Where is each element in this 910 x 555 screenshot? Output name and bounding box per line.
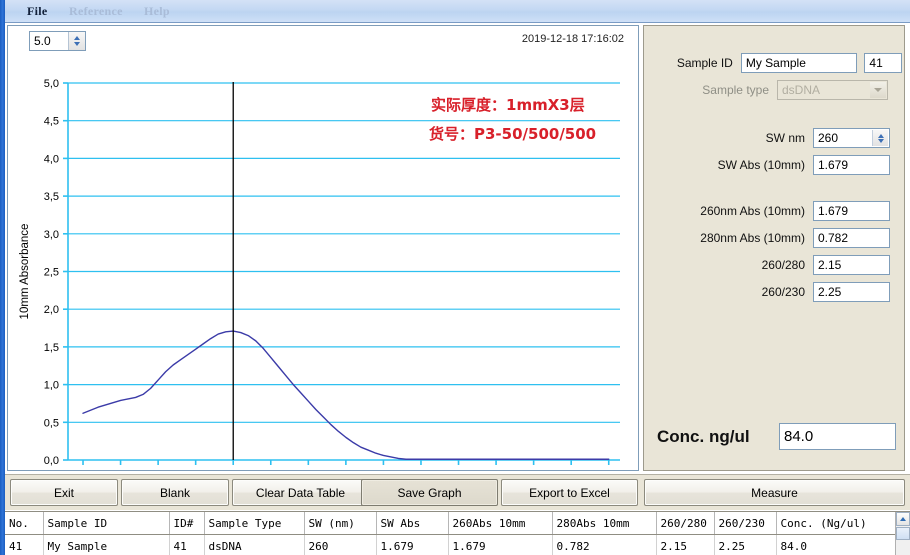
table-cell[interactable]: My Sample	[43, 534, 170, 555]
abs280-row: 280nm Abs (10mm) 0.782	[644, 228, 902, 248]
abs280-label: 280nm Abs (10mm)	[700, 231, 805, 245]
sw-abs-label: SW Abs (10mm)	[717, 158, 805, 172]
y-axis-tick-label: 2,0	[44, 304, 59, 316]
table-body: 41 My Sample 41 dsDNA 260 1.679 1.679 0.782 2.15…	[5, 534, 899, 555]
sample-id-label: Sample ID	[676, 56, 733, 70]
sw-nm-value: 260	[818, 131, 839, 145]
spectrum-curve	[82, 330, 610, 460]
table-cell[interactable]: 2.15	[656, 534, 715, 555]
sample-type-row: Sample type dsDNA	[644, 80, 902, 100]
table-header-cell[interactable]: Sample Type	[204, 512, 305, 535]
sw-nm-spinner[interactable]	[872, 130, 888, 146]
scrollbar-thumb[interactable]	[896, 527, 910, 540]
sample-id-input[interactable]: My Sample	[740, 53, 858, 73]
abs260-label: 260nm Abs (10mm)	[700, 204, 805, 218]
y-axis-tick-label: 3,5	[44, 191, 59, 203]
exit-button[interactable]: Exit	[10, 479, 118, 506]
chevron-down-icon	[870, 82, 886, 98]
sw-nm-label: SW nm	[765, 131, 805, 145]
window-left-accent	[0, 0, 5, 555]
results-grid: No. Sample ID ID# Sample Type SW (nm) SW Abs 2…	[5, 512, 899, 555]
menu-bar: File Reference Help	[5, 0, 910, 23]
y-axis-tick-label: 0,0	[44, 455, 59, 467]
chevron-up-icon[interactable]	[877, 133, 884, 138]
y-axis-tick-label: 5,0	[44, 78, 59, 90]
y-axis-title: 10mm Absorbance	[19, 224, 31, 320]
y-axis-tick-label: 3,0	[44, 229, 59, 241]
table-header-cell[interactable]: Conc. (Ng/ul)	[776, 512, 899, 535]
scroll-up-button[interactable]	[896, 512, 910, 526]
table-row[interactable]: 41 My Sample 41 dsDNA 260 1.679 1.679 0.782 2.15…	[5, 534, 899, 555]
export-to-excel-button[interactable]: Export to Excel	[501, 479, 638, 506]
annotation-thickness: 实际厚度：1mmX3层	[431, 96, 585, 114]
table-cell[interactable]: 84.0	[776, 534, 899, 555]
sw-abs-value[interactable]: 1.679	[813, 155, 890, 175]
y-axis-tick-label: 1,5	[44, 342, 59, 354]
ratio-260-280-label: 260/280	[761, 258, 805, 272]
annotation-part-number: 货号：P3-50/500/500	[429, 125, 597, 143]
ratio-260-280-row: 260/280 2.15	[644, 255, 902, 275]
concentration-value[interactable]: 84.0	[779, 423, 896, 450]
table-header-cell[interactable]: 280Abs 10mm	[552, 512, 657, 535]
table-vertical-scrollbar[interactable]	[895, 512, 910, 555]
table-header-cell[interactable]: 260/280	[656, 512, 715, 535]
table-cell[interactable]: 260	[304, 534, 377, 555]
ratio-260-230-value[interactable]: 2.25	[813, 282, 890, 302]
table-header-cell[interactable]: 260Abs 10mm	[448, 512, 553, 535]
sample-id-row: Sample ID My Sample 41	[644, 53, 902, 73]
y-axis-tick-label: 4,0	[44, 153, 59, 165]
graph-panel: 5.0 2019-12-18 17:16:02 0,0 0,5 1,0 1,5 2,0 2…	[7, 25, 639, 471]
table-header-cell[interactable]: No.	[5, 512, 44, 535]
y-axis-tick-label: 0,5	[44, 417, 59, 429]
save-graph-button[interactable]: Save Graph	[361, 479, 498, 506]
table-cell[interactable]: dsDNA	[204, 534, 305, 555]
table-header-cell[interactable]: 260/230	[714, 512, 777, 535]
table-cell[interactable]: 41	[169, 534, 205, 555]
spectrum-chart: 0,00,51,01,52,02,53,03,54,04,55,02202302…	[19, 78, 620, 467]
abs260-row: 260nm Abs (10mm) 1.679	[644, 201, 902, 221]
data-table[interactable]: No. Sample ID ID# Sample Type SW (nm) SW Abs 2…	[5, 511, 910, 555]
measure-button[interactable]: Measure	[644, 479, 905, 506]
application-window: File Reference Help 5.0 2019-12-18 17:16…	[0, 0, 910, 555]
button-bar: Exit Blank Clear Data Table Save Graph E…	[5, 474, 910, 510]
table-cell[interactable]: 1.679	[376, 534, 449, 555]
chevron-down-icon[interactable]	[877, 138, 884, 143]
ratio-260-230-label: 260/230	[761, 285, 805, 299]
results-panel: Sample ID My Sample 41 Sample type dsDNA…	[643, 25, 905, 471]
table-header-cell[interactable]: SW (nm)	[304, 512, 377, 535]
table-cell[interactable]: 0.782	[552, 534, 657, 555]
concentration-label: Conc. ng/ul	[657, 427, 750, 446]
table-cell[interactable]: 2.25	[714, 534, 777, 555]
abs260-value[interactable]: 1.679	[813, 201, 890, 221]
sample-type-label: Sample type	[702, 83, 769, 97]
sample-number-input[interactable]: 41	[864, 53, 902, 73]
y-axis-tick-label: 4,5	[44, 116, 59, 128]
sw-abs-row: SW Abs (10mm) 1.679	[644, 155, 902, 175]
sw-nm-row: SW nm 260	[644, 128, 902, 148]
table-header-cell[interactable]: ID#	[169, 512, 205, 535]
table-header-cell[interactable]: SW Abs	[376, 512, 449, 535]
table-header-cell[interactable]: Sample ID	[43, 512, 170, 535]
menu-item-file[interactable]: File	[21, 4, 54, 19]
ratio-260-280-value[interactable]: 2.15	[813, 255, 890, 275]
menu-item-help: Help	[144, 4, 170, 18]
sample-type-select: dsDNA	[777, 80, 888, 100]
table-cell[interactable]: 1.679	[448, 534, 553, 555]
table-header-row: No. Sample ID ID# Sample Type SW (nm) SW Abs 2…	[5, 512, 899, 535]
sample-type-value: dsDNA	[782, 83, 821, 97]
abs280-value[interactable]: 0.782	[813, 228, 890, 248]
blank-button[interactable]: Blank	[121, 479, 229, 506]
y-axis-tick-label: 2,5	[44, 267, 59, 279]
clear-data-table-button[interactable]: Clear Data Table	[232, 479, 369, 506]
sw-nm-input[interactable]: 260	[813, 128, 890, 148]
table-cell[interactable]: 41	[5, 534, 44, 555]
menu-item-reference: Reference	[69, 4, 123, 18]
ratio-260-230-row: 260/230 2.25	[644, 282, 902, 302]
y-axis-tick-label: 1,0	[44, 380, 59, 392]
